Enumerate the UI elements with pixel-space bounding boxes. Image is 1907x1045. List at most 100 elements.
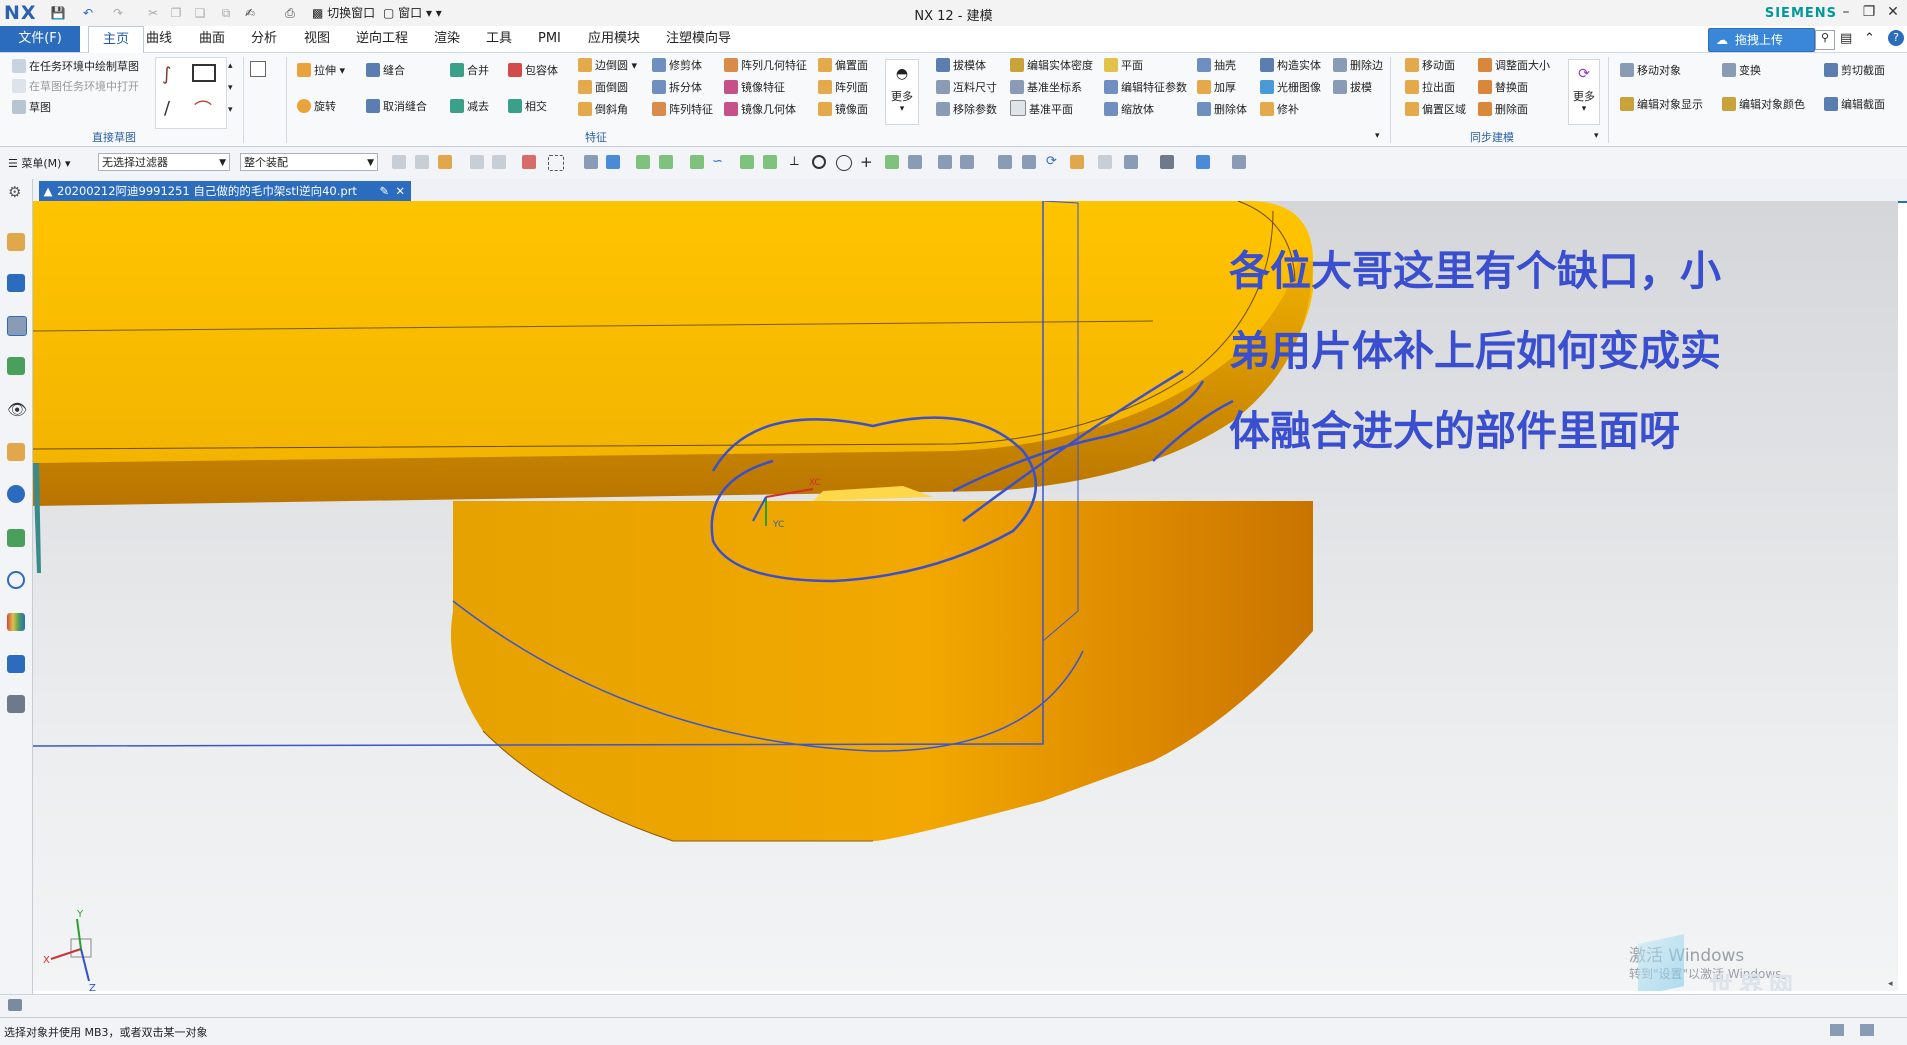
- unsew-button[interactable]: 取消缝合: [366, 97, 427, 117]
- bounding-body-button[interactable]: 包容体: [508, 61, 558, 81]
- help-icon[interactable]: ?: [1888, 30, 1904, 46]
- rotate-icon[interactable]: ⟳: [1046, 155, 1060, 169]
- delete-face-button[interactable]: 删除面: [1478, 100, 1528, 120]
- selection-option-icon[interactable]: [492, 155, 506, 169]
- view-manager-icon[interactable]: 👁: [7, 401, 27, 419]
- clip-view-icon[interactable]: [1232, 155, 1246, 169]
- resize-face-button[interactable]: 调整面大小: [1478, 56, 1550, 76]
- minimize-icon[interactable]: –: [1837, 3, 1855, 21]
- palette-icon[interactable]: [7, 613, 25, 631]
- assembly-navigator-icon[interactable]: [7, 274, 25, 292]
- close-tab-icon[interactable]: ✕: [395, 181, 405, 201]
- mirror-face-button[interactable]: 镜像面: [818, 100, 868, 120]
- pattern-geometry-button[interactable]: 阵列几何特征: [724, 56, 807, 76]
- info-icon[interactable]: [7, 485, 25, 503]
- shaded-edges-icon[interactable]: [1196, 155, 1210, 169]
- sketch-button[interactable]: 草图: [12, 98, 51, 118]
- plane-button[interactable]: 平面: [1104, 56, 1143, 76]
- search-icon[interactable]: ⚲: [1815, 30, 1835, 50]
- touch-mode-icon[interactable]: ✍: [242, 5, 258, 21]
- graphics-window[interactable]: XC YC X Y Z 各位大哥这里有个缺口，小 弟用片体补上后如何变成实 体融…: [33, 201, 1898, 991]
- sew-button[interactable]: 缝合: [366, 61, 405, 81]
- upload-button[interactable]: ☁ 拖拽上传: [1708, 28, 1815, 52]
- redo-icon[interactable]: ↷: [110, 5, 126, 21]
- tab-home[interactable]: 主页: [88, 26, 144, 53]
- tab-render[interactable]: 渲染: [428, 26, 466, 52]
- close-icon[interactable]: ✕: [1884, 3, 1902, 21]
- select-object-icon[interactable]: [522, 155, 536, 169]
- raster-image-button[interactable]: 光栅图像: [1260, 78, 1321, 98]
- feature-group-menu-icon[interactable]: ▾: [1375, 131, 1380, 141]
- revolve-button[interactable]: 旋转: [297, 97, 336, 117]
- offset-face-button[interactable]: 偏置面: [818, 56, 868, 76]
- stock-size-button[interactable]: 冱料尺寸: [936, 78, 997, 98]
- face-blend-button[interactable]: 面倒圆: [578, 78, 628, 98]
- scale-body-button[interactable]: 缩放体: [1104, 100, 1154, 120]
- snap-bounded-grid-icon[interactable]: [938, 155, 952, 169]
- arc-icon[interactable]: ⌒: [194, 96, 212, 122]
- restore-icon[interactable]: ❐: [1860, 3, 1878, 21]
- snap-on-face-icon[interactable]: [908, 155, 922, 169]
- snap-end-icon[interactable]: [659, 155, 673, 169]
- edit-section-button[interactable]: 编辑截面: [1824, 95, 1885, 115]
- switch-window-button[interactable]: ▩ 切换窗口: [312, 4, 375, 21]
- window-menu-button[interactable]: ▢ 窗口 ▾ ▾: [383, 4, 442, 21]
- rectangle-icon[interactable]: [192, 64, 216, 82]
- perspective-icon[interactable]: [1098, 155, 1112, 169]
- rendering-style-icon[interactable]: [1160, 155, 1174, 169]
- move-face-button[interactable]: 移动面: [1405, 56, 1455, 76]
- orient-view-icon[interactable]: [1124, 155, 1138, 169]
- draft-body-button[interactable]: 拔模体: [936, 56, 986, 76]
- solid-body-icon[interactable]: [606, 155, 620, 169]
- pattern-face-button[interactable]: 阵列面: [818, 78, 868, 98]
- edit-solid-density-button[interactable]: 编辑实体密度: [1010, 56, 1093, 76]
- cylinder-body[interactable]: [451, 501, 1313, 841]
- reuse-library-icon[interactable]: [7, 357, 25, 375]
- type-filter-select[interactable]: 无选择过滤器 ▼: [98, 153, 230, 171]
- replace-face-button[interactable]: 替换面: [1478, 78, 1528, 98]
- delete-body-button[interactable]: 删除体: [1197, 100, 1247, 120]
- tab-mold-wizard[interactable]: 注塑模向导: [660, 26, 737, 52]
- history-icon[interactable]: [7, 529, 25, 547]
- subtract-button[interactable]: 减去: [450, 97, 489, 117]
- tab-applications[interactable]: 应用模块: [582, 26, 646, 52]
- assembly-scope-select[interactable]: 整个装配 ▼: [240, 153, 378, 171]
- snap-point-icon[interactable]: [636, 155, 650, 169]
- snap-existing-point-icon[interactable]: +: [860, 155, 874, 170]
- clock-icon[interactable]: [7, 571, 25, 589]
- menu-button[interactable]: ☰ 菜单(M) ▾: [8, 155, 70, 171]
- edit-object-color-button[interactable]: 编辑对象颜色: [1722, 95, 1805, 115]
- extrude-button[interactable]: 拉伸 ▾: [297, 61, 345, 81]
- status-icon[interactable]: [1830, 1024, 1844, 1036]
- view-triad[interactable]: X Y Z: [43, 909, 96, 991]
- pan-icon[interactable]: [1070, 155, 1084, 169]
- snap-control-icon[interactable]: [740, 155, 754, 169]
- paste-icon[interactable]: ❏: [192, 5, 208, 21]
- move-object-button[interactable]: 移动对象: [1620, 61, 1681, 81]
- sketch-in-task-button[interactable]: 在任务环境中绘制草图: [12, 57, 139, 77]
- selection-option-icon[interactable]: [392, 155, 406, 169]
- sketch-curve-gallery[interactable]: ∫ ∕ ⌒: [155, 57, 227, 129]
- sync-more-button[interactable]: ⟳ 更多 ▾: [1568, 59, 1600, 125]
- snap-on-curve-icon[interactable]: [885, 155, 899, 169]
- status-icon[interactable]: [1860, 1024, 1874, 1036]
- edit-feature-parameters-button[interactable]: 编辑特征参数: [1104, 78, 1187, 98]
- edge-blend-button[interactable]: 边倒圆 ▾: [578, 56, 637, 76]
- copy-icon[interactable]: ❐: [168, 5, 184, 21]
- offset-region-button[interactable]: 偏置区域: [1405, 100, 1466, 120]
- ribbon-options-icon[interactable]: ▤: [1840, 31, 1852, 46]
- unite-button[interactable]: 合并: [450, 61, 489, 81]
- construct-solid-button[interactable]: 构造实体: [1260, 56, 1321, 76]
- pull-face-button[interactable]: 拉出面: [1405, 78, 1455, 98]
- tab-analysis[interactable]: 分析: [245, 26, 283, 52]
- tab-tools[interactable]: 工具: [480, 26, 518, 52]
- mirror-feature-button[interactable]: 镜像特征: [724, 78, 785, 98]
- sync-group-menu-icon[interactable]: ▾: [1594, 131, 1599, 141]
- tab-surface[interactable]: 曲面: [193, 26, 231, 52]
- gear-icon[interactable]: ⚙: [8, 183, 21, 201]
- selection-option-icon[interactable]: [415, 155, 429, 169]
- thicken-button[interactable]: 加厚: [1197, 78, 1236, 98]
- snap-center-icon[interactable]: [812, 155, 826, 169]
- rectangle-select-icon[interactable]: [548, 155, 564, 171]
- line-icon[interactable]: ∕: [164, 98, 170, 119]
